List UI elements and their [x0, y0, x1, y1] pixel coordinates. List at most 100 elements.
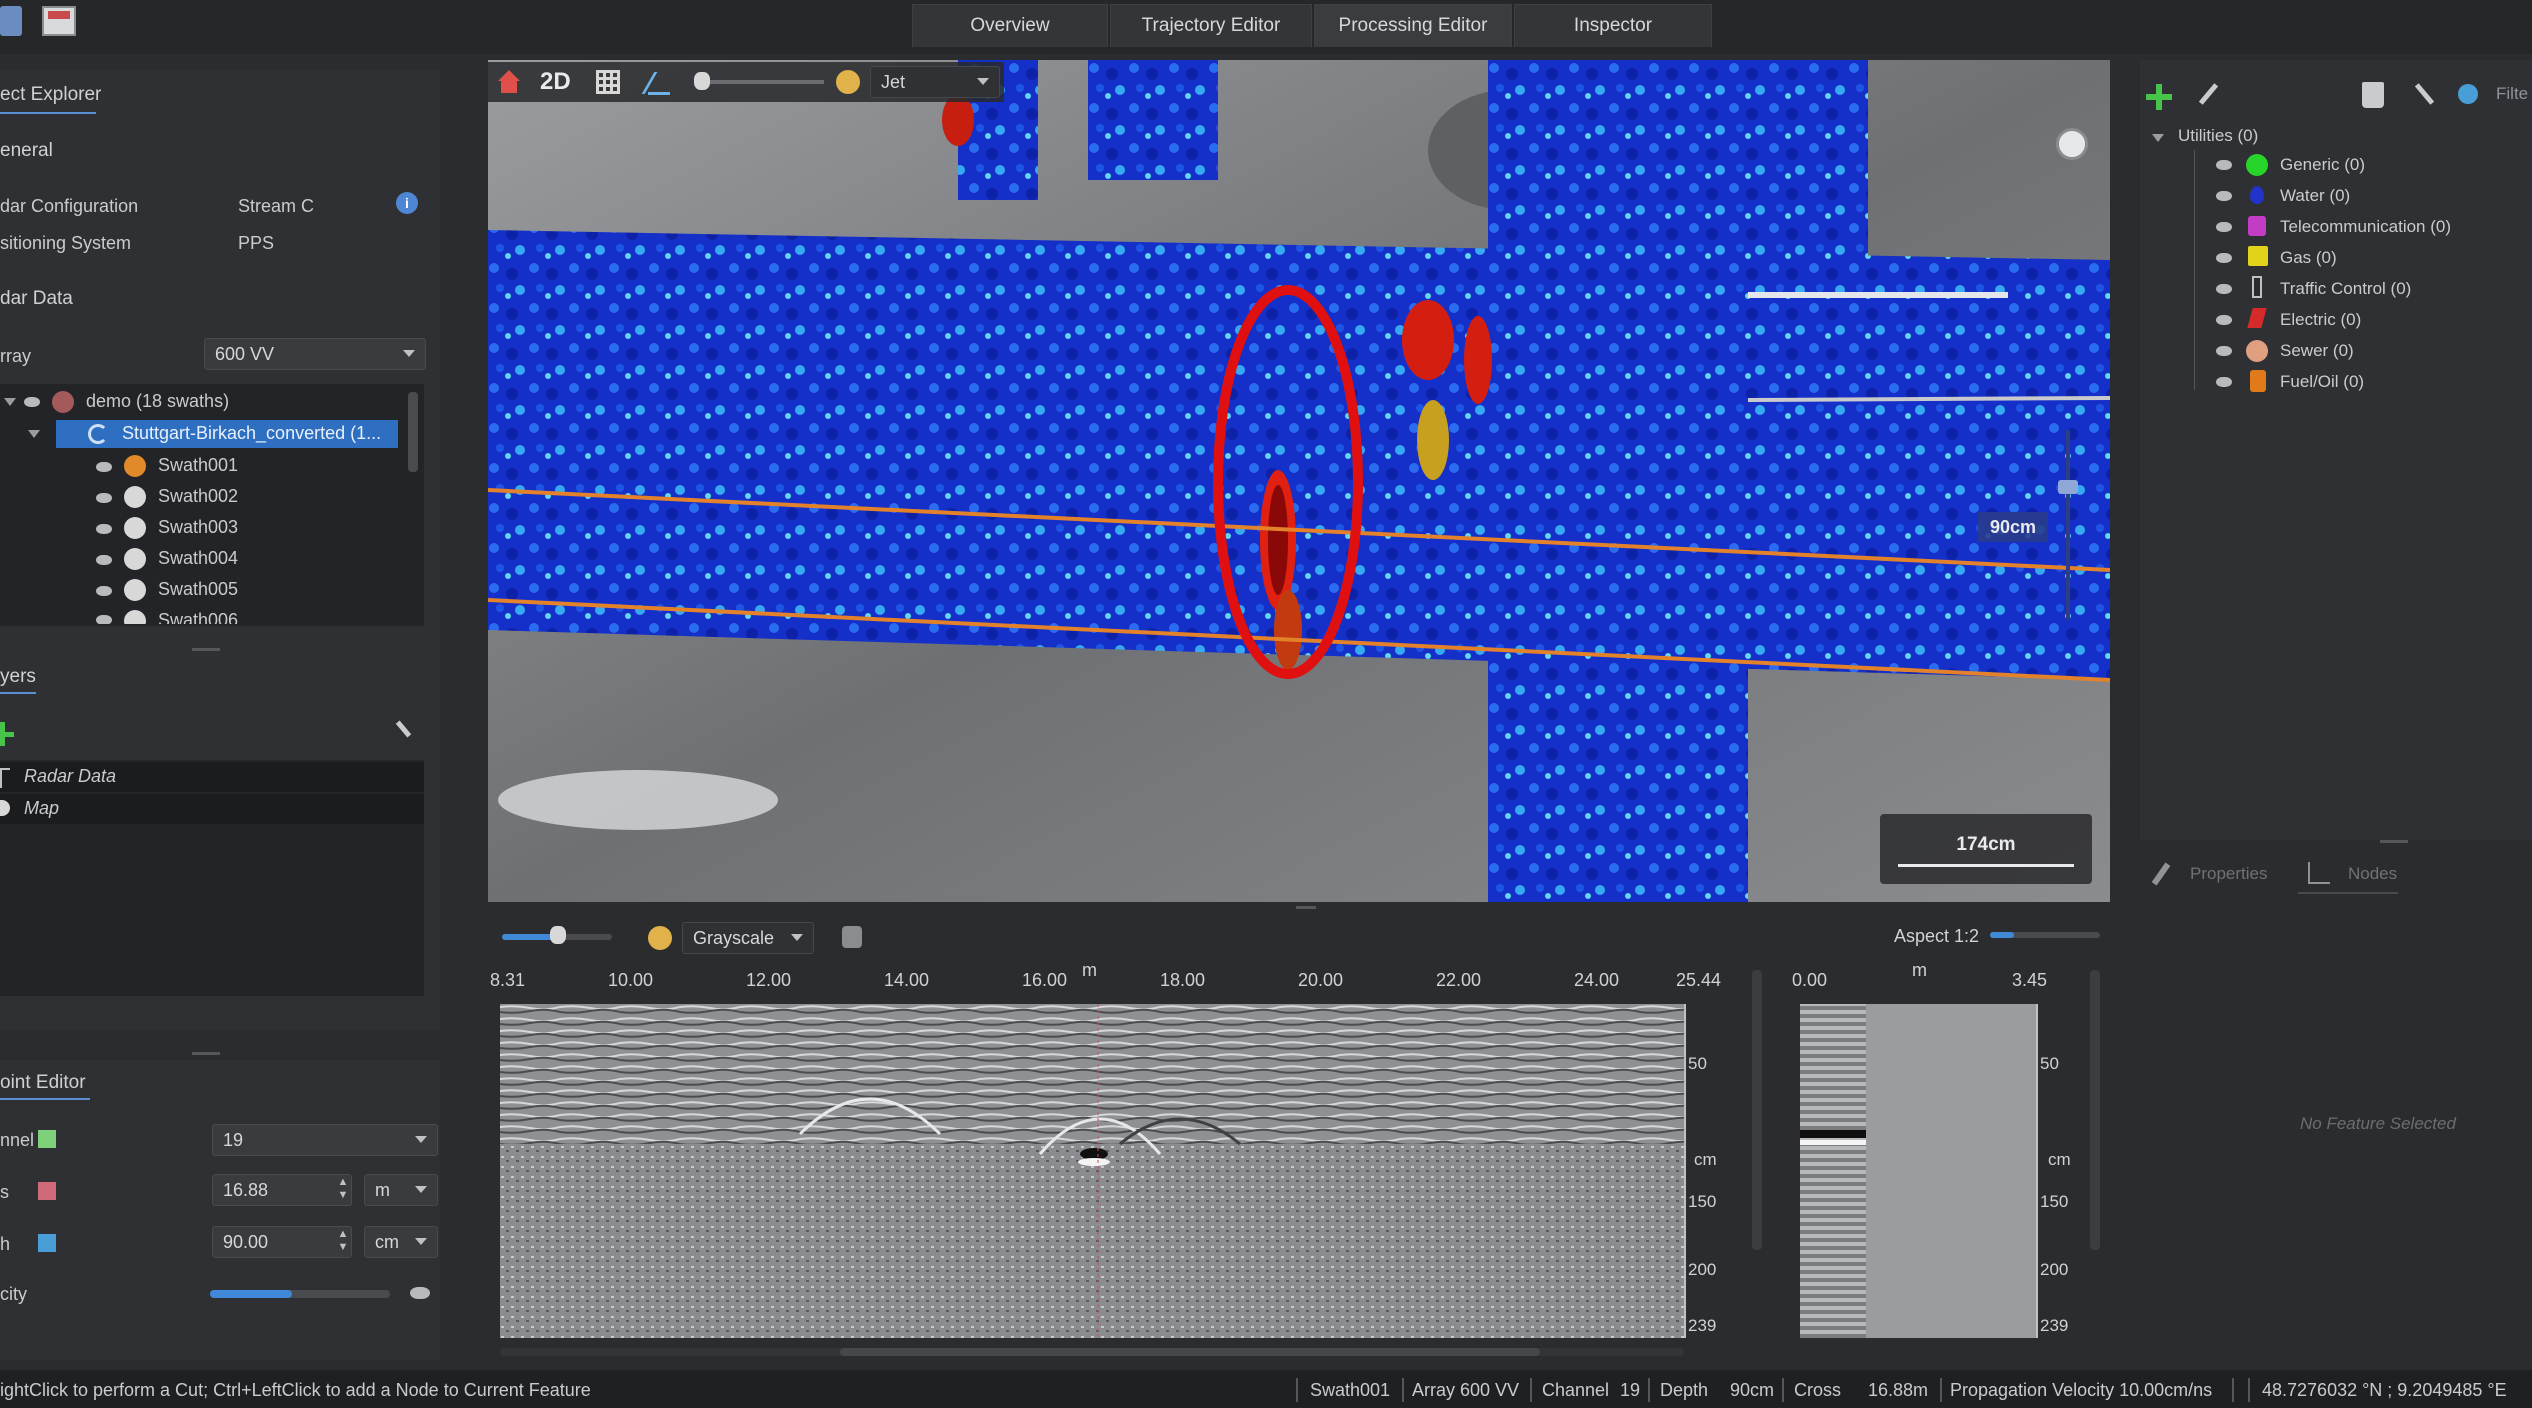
radargram-view[interactable] [500, 1004, 1684, 1338]
status-cross-label: Cross [1794, 1380, 1842, 1400]
pick-icon[interactable] [2414, 82, 2436, 108]
opacity-label: city [0, 1284, 27, 1304]
visibility-eye-icon[interactable] [2216, 377, 2232, 387]
splitter-handle[interactable] [2380, 840, 2408, 843]
visibility-eye-icon[interactable] [2216, 284, 2232, 294]
tree-dataset-label[interactable]: Stuttgart-Birkach_converted (1... [122, 423, 381, 444]
tree-swath-item[interactable]: Swath006 [158, 610, 238, 624]
splitter-handle[interactable] [192, 648, 220, 651]
cross-vscroll[interactable] [2090, 970, 2100, 1250]
view-mode-toggle[interactable]: 2D [540, 68, 571, 96]
depth-slider-handle[interactable] [2058, 480, 2078, 494]
visibility-eye-icon[interactable] [96, 524, 112, 534]
depth-spinner[interactable]: ▲ ▼ [336, 1228, 350, 1256]
visibility-eye-icon[interactable] [96, 555, 112, 565]
visibility-eye-icon[interactable] [96, 462, 112, 472]
visibility-eye-icon[interactable] [2216, 253, 2232, 263]
visibility-eye-icon[interactable] [2216, 315, 2232, 325]
properties-tab[interactable]: Properties [2190, 864, 2267, 884]
visibility-eye-icon[interactable] [96, 586, 112, 596]
channel-select[interactable]: 19 [212, 1124, 438, 1156]
map-view[interactable] [488, 60, 2110, 902]
radargram-colormap-select[interactable]: Grayscale [682, 922, 814, 954]
layers-header[interactable]: yers [0, 666, 36, 688]
visibility-eye-icon[interactable] [2216, 191, 2232, 201]
tab-processing-editor[interactable]: Processing Editor [1314, 4, 1512, 47]
cross-input[interactable]: 16.88 [212, 1174, 352, 1206]
contrast-slider[interactable] [694, 80, 824, 84]
opacity-slider[interactable] [210, 1290, 390, 1298]
cross-section-view[interactable] [1800, 1004, 2036, 1338]
edit-layer-icon[interactable] [392, 720, 414, 742]
sewer-utility-icon [2246, 340, 2268, 362]
x-unit: m [1082, 960, 1097, 980]
visibility-eye-icon[interactable] [2216, 222, 2232, 232]
home-icon[interactable] [496, 70, 522, 94]
utilities-expand[interactable] [2152, 134, 2164, 142]
radargram-vscroll[interactable] [1752, 970, 1762, 1250]
grid-icon[interactable] [596, 70, 620, 94]
tree-swath-item[interactable]: Swath004 [158, 548, 238, 569]
radargram-settings-icon[interactable] [842, 926, 862, 948]
depth-input[interactable]: 90.00 [212, 1226, 352, 1258]
filter-input[interactable]: Filte [2496, 84, 2528, 104]
tab-inspector[interactable]: Inspector [1514, 4, 1712, 47]
visibility-eye-icon[interactable] [24, 397, 40, 407]
tree-expand-dataset[interactable] [28, 430, 40, 438]
utilities-root-label[interactable]: Utilities (0) [2178, 126, 2258, 146]
measure-icon[interactable] [641, 70, 670, 95]
info-icon[interactable]: i [396, 192, 418, 214]
general-header[interactable]: eneral [0, 140, 53, 162]
visibility-eye-icon[interactable] [96, 615, 112, 624]
radar-data-header[interactable]: dar Data [0, 288, 73, 310]
tree-swath-item[interactable]: Swath005 [158, 579, 238, 600]
filter-icon[interactable] [2458, 84, 2478, 104]
view-splitter[interactable] [1296, 906, 1316, 909]
utility-item-water[interactable]: Water (0) [2280, 186, 2350, 206]
utility-item-electric[interactable]: Electric (0) [2280, 310, 2361, 330]
splitter-handle[interactable] [192, 1052, 220, 1055]
tree-swath-item[interactable]: Swath001 [158, 455, 238, 476]
utility-item-generic[interactable]: Generic (0) [2280, 155, 2365, 175]
tab-trajectory-editor[interactable]: Trajectory Editor [1110, 4, 1312, 47]
tree-scrollbar[interactable] [408, 392, 418, 472]
tree-expand-root[interactable] [4, 398, 16, 406]
depth-slider[interactable] [2066, 430, 2070, 620]
utility-item-fuel-oil[interactable]: Fuel/Oil (0) [2280, 372, 2364, 392]
depth-unit-select[interactable]: cm [364, 1226, 438, 1258]
cross-spinner[interactable]: ▲ ▼ [336, 1176, 350, 1204]
add-feature-icon[interactable] [2146, 84, 2172, 110]
visibility-eye-icon[interactable] [2216, 160, 2232, 170]
palette-icon[interactable] [648, 926, 672, 950]
layer-radar-label[interactable]: Radar Data [24, 766, 116, 787]
contrast-slider-handle[interactable] [694, 72, 710, 90]
array-select[interactable]: 600 VV [204, 338, 426, 370]
save-icon[interactable] [42, 6, 76, 36]
tree-swath-item[interactable]: Swath003 [158, 517, 238, 538]
aspect-slider[interactable] [1990, 932, 2100, 938]
map-colormap-select[interactable]: Jet [870, 66, 1000, 98]
tab-overview[interactable]: Overview [912, 4, 1108, 47]
tree-swath-item[interactable]: Swath002 [158, 486, 238, 507]
layer-row-map[interactable] [0, 794, 424, 824]
visibility-eye-icon[interactable] [96, 493, 112, 503]
nodes-tab[interactable]: Nodes [2348, 864, 2397, 884]
tree-root-label[interactable]: demo (18 swaths) [86, 391, 229, 412]
add-layer-icon[interactable] [0, 722, 14, 746]
utility-item-traffic-control[interactable]: Traffic Control (0) [2280, 279, 2411, 299]
app-icon[interactable] [0, 6, 22, 36]
compass-icon[interactable] [2056, 128, 2088, 160]
radargram-contrast-handle[interactable] [550, 926, 566, 944]
utility-item-telecommunication[interactable]: Telecommunication (0) [2280, 217, 2451, 237]
status-cross-value: 16.88m [1868, 1380, 1929, 1400]
utility-item-gas[interactable]: Gas (0) [2280, 248, 2337, 268]
visibility-eye-icon[interactable] [2216, 346, 2232, 356]
layer-map-label[interactable]: Map [24, 798, 59, 819]
utility-item-sewer[interactable]: Sewer (0) [2280, 341, 2354, 361]
delete-icon[interactable] [2362, 82, 2384, 108]
cross-unit-select[interactable]: m [364, 1174, 438, 1206]
opacity-eye-icon[interactable] [410, 1287, 430, 1299]
edit-feature-icon[interactable] [2196, 82, 2220, 108]
palette-icon[interactable] [836, 70, 860, 94]
radargram-hscroll[interactable] [500, 1348, 1684, 1356]
